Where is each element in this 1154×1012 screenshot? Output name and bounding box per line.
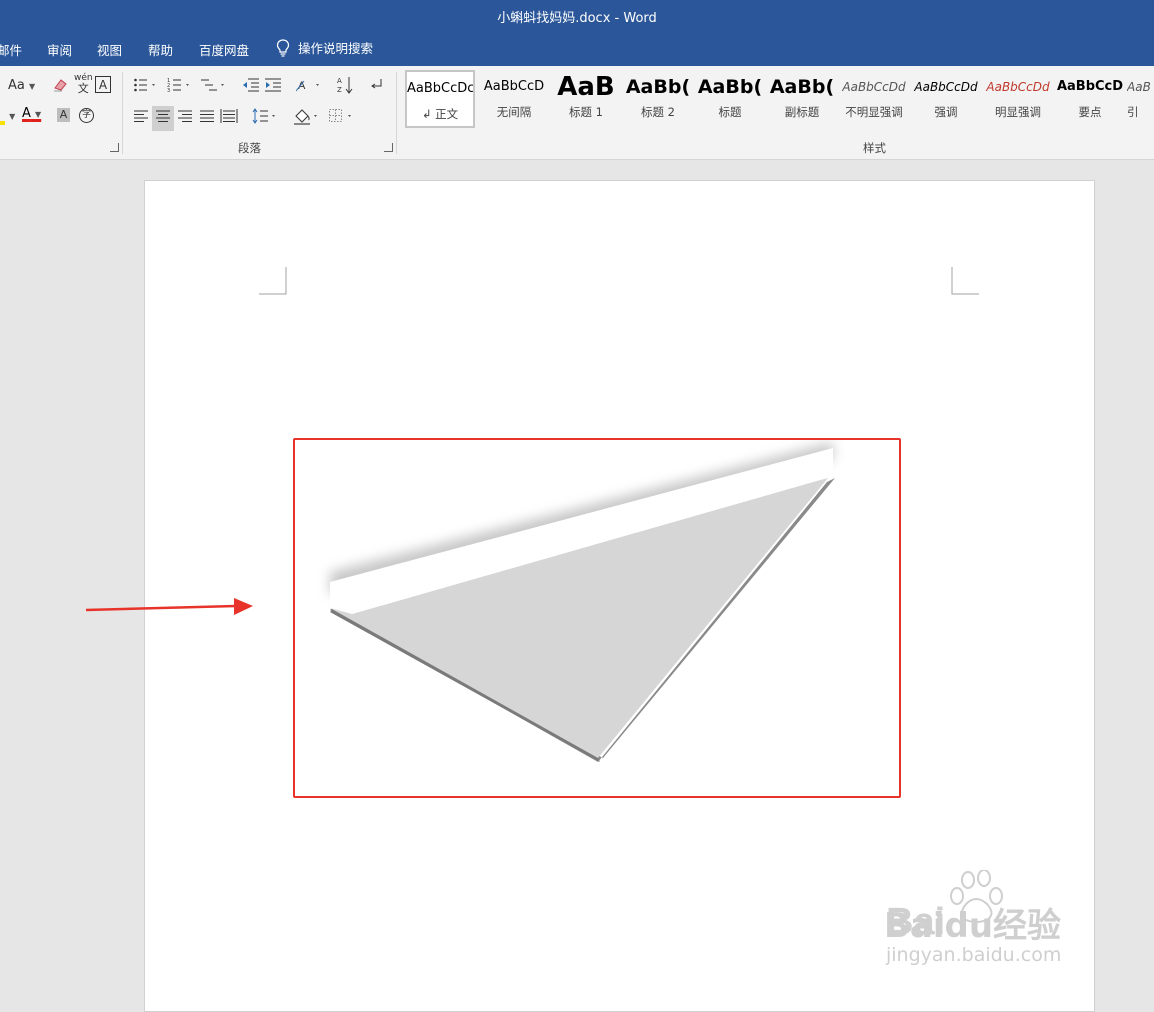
highlight-color-button[interactable]: ▼ bbox=[0, 108, 15, 125]
multilevel-list-button[interactable] bbox=[201, 77, 227, 98]
show-paragraph-marks-icon[interactable] bbox=[370, 77, 384, 98]
tab-view[interactable]: 视图 bbox=[97, 40, 122, 59]
clear-formatting-icon[interactable] bbox=[52, 77, 68, 98]
ribbon: Aa ▼ wén 文 A ▼ A ▼ A 字 123 A AZ 段落 AaBbC… bbox=[0, 66, 1154, 160]
svg-text:A: A bbox=[337, 77, 342, 85]
style-intense-emphasis[interactable]: AaBbCcDd 明显强调 bbox=[983, 70, 1053, 128]
styles-group-label: 样式 bbox=[863, 141, 886, 155]
style-quote[interactable]: AaB 引 bbox=[1127, 70, 1154, 128]
align-left-icon[interactable] bbox=[133, 109, 149, 128]
line-spacing-button[interactable] bbox=[252, 108, 280, 129]
tell-me-label: 操作说明搜索 bbox=[298, 41, 374, 56]
highlight-box bbox=[293, 438, 901, 798]
lightbulb-icon bbox=[276, 38, 290, 57]
sort-icon[interactable]: AZ bbox=[337, 75, 355, 100]
text-direction-button[interactable]: A bbox=[295, 77, 324, 98]
tab-baidu-netdisk[interactable]: 百度网盘 bbox=[199, 40, 249, 59]
svg-text:A: A bbox=[298, 80, 306, 92]
style-heading-2[interactable]: AaBb( 标题 2 bbox=[623, 70, 693, 128]
watermark-logo-text: Baidu经验 bbox=[884, 906, 1062, 946]
window-title: 小蝌蚪找妈妈.docx - Word bbox=[497, 11, 657, 26]
style-title[interactable]: AaBb( 标题 bbox=[695, 70, 765, 128]
ribbon-tab-bar: 邮件 审阅 视图 帮助 百度网盘 操作说明搜索 bbox=[0, 30, 1154, 66]
justify-icon[interactable] bbox=[199, 109, 215, 128]
align-right-icon[interactable] bbox=[177, 109, 193, 128]
distributed-icon[interactable] bbox=[220, 108, 238, 129]
tell-me-search[interactable]: 操作说明搜索 bbox=[276, 38, 373, 57]
numbering-button[interactable]: 123 bbox=[167, 77, 193, 98]
enclose-characters-button[interactable]: 字 bbox=[79, 108, 94, 123]
align-center-icon[interactable] bbox=[152, 106, 174, 131]
borders-button[interactable] bbox=[328, 108, 356, 129]
watermark: Bai du Baidu经验 jingyan.baidu.com bbox=[884, 869, 1094, 979]
style-heading-1[interactable]: AaB 标题 1 bbox=[551, 70, 621, 128]
tab-help[interactable]: 帮助 bbox=[148, 40, 173, 59]
styles-gallery: AaBbCcDc ↲ 正文 AaBbCcD 无间隔 AaB 标题 1 AaBb(… bbox=[405, 70, 1154, 130]
font-dialog-launcher[interactable] bbox=[110, 143, 119, 152]
character-border-button[interactable]: A bbox=[95, 76, 111, 93]
svg-text:Z: Z bbox=[337, 86, 342, 94]
font-color-button[interactable]: A ▼ bbox=[22, 106, 41, 123]
margin-corner-top-right bbox=[951, 267, 979, 295]
separator bbox=[396, 72, 397, 154]
tab-mailings[interactable]: 邮件 bbox=[0, 40, 22, 59]
style-normal[interactable]: AaBbCcDc ↲ 正文 bbox=[405, 70, 475, 128]
style-subtitle[interactable]: AaBb( 副标题 bbox=[767, 70, 837, 128]
red-arrow bbox=[85, 598, 253, 615]
change-case-button[interactable]: Aa ▼ bbox=[8, 78, 35, 95]
separator bbox=[122, 72, 123, 154]
decrease-indent-icon[interactable] bbox=[242, 77, 260, 98]
increase-indent-icon[interactable] bbox=[264, 77, 282, 98]
svg-text:3: 3 bbox=[167, 88, 170, 93]
shading-bucket-icon[interactable] bbox=[293, 107, 321, 130]
style-strong[interactable]: AaBbCcD 要点 bbox=[1055, 70, 1125, 128]
paragraph-group-label: 段落 bbox=[238, 141, 261, 155]
paragraph-dialog-launcher[interactable] bbox=[384, 143, 393, 152]
margin-corner-top-left bbox=[259, 267, 287, 295]
watermark-url: jingyan.baidu.com bbox=[886, 944, 1062, 966]
style-no-spacing[interactable]: AaBbCcD 无间隔 bbox=[479, 70, 549, 128]
tab-review[interactable]: 审阅 bbox=[47, 40, 72, 59]
character-shading-button[interactable]: A bbox=[57, 108, 70, 122]
title-bar: 小蝌蚪找妈妈.docx - Word bbox=[0, 0, 1154, 30]
style-emphasis[interactable]: AaBbCcDd 强调 bbox=[911, 70, 981, 128]
style-subtle-emphasis[interactable]: AaBbCcDd 不明显强调 bbox=[839, 70, 909, 128]
bullets-button[interactable] bbox=[133, 77, 159, 98]
phonetic-guide-button[interactable]: wén 文 bbox=[74, 74, 93, 95]
